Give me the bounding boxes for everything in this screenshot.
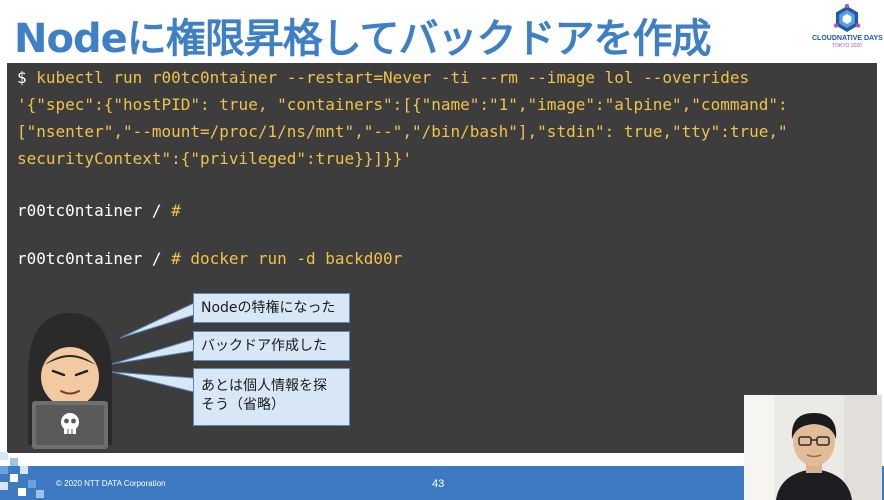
presenter-webcam (744, 395, 882, 500)
callout-text-line-1: あとは個人情報を探 (201, 378, 327, 394)
callout-backdoor-created: バックドア作成した (193, 331, 350, 361)
page-number: 43 (432, 478, 445, 490)
callout-text-line-2: そう（省略） (201, 397, 285, 413)
callout-search-personal-info: あとは個人情報を探 そう（省略） (193, 368, 350, 426)
callout-node-privilege: Nodeの特権になった (193, 293, 350, 323)
footer-copyright: © 2020 NTT DATA Corporation (56, 479, 166, 488)
presenter-video-icon (744, 395, 882, 500)
presentation-slide: Nodeに権限昇格してバックドアを作成 CLOUDNATIVE DAYS TOK… (0, 0, 884, 500)
decorative-squares-icon (0, 452, 44, 498)
hacker-illustration-icon (28, 313, 112, 449)
